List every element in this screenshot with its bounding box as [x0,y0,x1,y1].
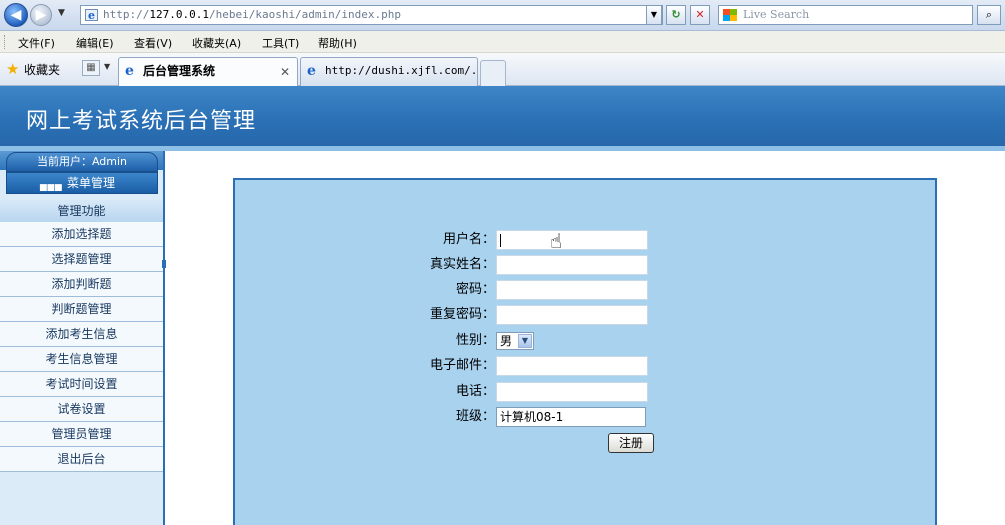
section-title: 管理功能 [0,200,163,222]
toolbar-grip [4,35,7,49]
menu-help[interactable]: 帮助(H) [318,35,357,51]
password-row: 密码： [385,280,495,301]
url-field[interactable]: http://127.0.0.1/hebei/kaoshi/admin/inde… [80,5,663,25]
menu-management-header[interactable]: ■■■ 菜单管理 [6,172,158,194]
menu-management-label: 菜单管理 [67,176,116,190]
page-title: 网上考试系统后台管理 [26,109,257,134]
live-search-logo-icon [723,9,737,21]
username-row: 用户名： [385,230,495,251]
confirm-password-row: 重复密码： [385,305,495,326]
sidebar-item-add-student[interactable]: 添加考生信息 [0,322,163,347]
history-dropdown-icon[interactable]: ▼ [58,8,65,18]
gender-select[interactable]: 男 ▼ [496,332,534,350]
stop-icon[interactable]: ✕ [690,5,710,25]
sidebar-item-paper-settings[interactable]: 试卷设置 [0,397,163,422]
sidebar-item-logout[interactable]: 退出后台 [0,447,163,472]
sidebar-item-exam-time[interactable]: 考试时间设置 [0,372,163,397]
registration-panel: 用户名： 真实姓名： 密码： 重复密码： 性别： 男 ▼ 电子邮件： 电话： 班… [233,178,937,525]
register-button[interactable]: 注册 [608,433,654,453]
tab-list-dropdown-icon[interactable]: ▼ [104,62,110,71]
tab-bar: ★ 收藏夹 ▦ ▼ e 后台管理系统 ✕ e http://dushi.xjfl… [0,53,1005,86]
url-host: 127.0.0.1 [149,8,209,21]
page-icon [85,7,98,24]
sidebar-item-student-manage[interactable]: 考生信息管理 [0,347,163,372]
email-input[interactable] [496,356,648,376]
chevron-down-icon[interactable]: ▼ [518,334,532,348]
favorites-star-icon[interactable]: ★ [6,60,19,78]
text-caret [500,234,501,247]
sidebar-item-add-judge[interactable]: 添加判断题 [0,272,163,297]
password-label: 密码： [455,282,495,297]
sidebar-collapse-handle[interactable] [162,260,166,268]
menu-favorites[interactable]: 收藏夹(A) [192,35,241,51]
refresh-icon[interactable]: ↻ [666,5,686,25]
back-icon[interactable]: ◀ [4,3,28,27]
confirm-password-input[interactable] [496,305,648,325]
ie-page-icon: e [307,63,316,79]
favorites-button[interactable]: 收藏夹 [24,61,60,78]
menu-bar: 文件(F) 编辑(E) 查看(V) 收藏夹(A) 工具(T) 帮助(H) [0,31,1005,53]
username-label: 用户名： [442,232,495,247]
address-bar: ◀ ▶ ▼ http://127.0.0.1/hebei/kaoshi/admi… [0,0,1005,31]
realname-row: 真实姓名： [385,255,495,276]
class-row: 班级： [385,407,495,428]
tab-admin[interactable]: e 后台管理系统 [118,57,298,86]
sidebar-item-add-choice[interactable]: 添加选择题 [0,222,163,247]
class-input[interactable]: 计算机08-1 [496,407,646,427]
hand-cursor-icon: ☝ [550,229,563,253]
site-header: 网上考试系统后台管理 [0,86,1005,146]
url-prefix: http:// [103,8,150,21]
sidebar-item-choice-manage[interactable]: 选择题管理 [0,247,163,272]
sidebar-item-judge-manage[interactable]: 判断题管理 [0,297,163,322]
search-placeholder: Live Search [743,8,810,21]
phone-row: 电话： [385,382,495,403]
username-input[interactable] [496,230,648,250]
search-icon[interactable]: ⌕ [977,5,1001,25]
tab-admin-label: 后台管理系统 [143,64,216,78]
sidebar-menu: 添加选择题 选择题管理 添加判断题 判断题管理 添加考生信息 考生信息管理 考试… [0,222,163,472]
email-label: 电子邮件： [429,358,495,373]
ie-page-icon: e [125,63,134,79]
new-tab-button[interactable] [480,60,506,86]
phone-input[interactable] [496,382,648,402]
quick-tabs-icon[interactable]: ▦ [82,60,100,76]
menu-tools[interactable]: 工具(T) [262,35,299,51]
gender-row: 性别： [385,331,495,352]
gender-selected-value: 男 [500,334,513,348]
tab-dushi-label: http://dushi.xjfl.com/... [325,64,478,77]
search-input[interactable]: Live Search [718,5,973,25]
menu-view[interactable]: 查看(V) [134,35,172,51]
phone-label: 电话： [455,384,495,399]
current-user-badge: 当前用户：Admin [6,152,158,172]
tab-close-icon[interactable]: ✕ [280,65,290,79]
password-input[interactable] [496,280,648,300]
class-label: 班级： [455,409,495,424]
gender-label: 性别： [455,333,495,348]
menu-file[interactable]: 文件(F) [18,35,55,51]
url-dropdown-icon[interactable]: ▼ [646,5,662,25]
menu-edit[interactable]: 编辑(E) [76,35,114,51]
url-path: /hebei/kaoshi/admin/index.php [208,8,402,21]
grid-icon: ■■■ [39,183,62,193]
tab-dushi[interactable]: e http://dushi.xjfl.com/... [300,57,478,86]
confirm-password-label: 重复密码： [429,307,495,322]
email-row: 电子邮件： [385,356,495,377]
realname-input[interactable] [496,255,648,275]
forward-icon[interactable]: ▶ [30,4,52,26]
sidebar: 当前用户：Admin ■■■ 菜单管理 管理功能 添加选择题 选择题管理 添加判… [0,151,165,525]
sidebar-item-admin-manage[interactable]: 管理员管理 [0,422,163,447]
realname-label: 真实姓名： [429,257,495,272]
